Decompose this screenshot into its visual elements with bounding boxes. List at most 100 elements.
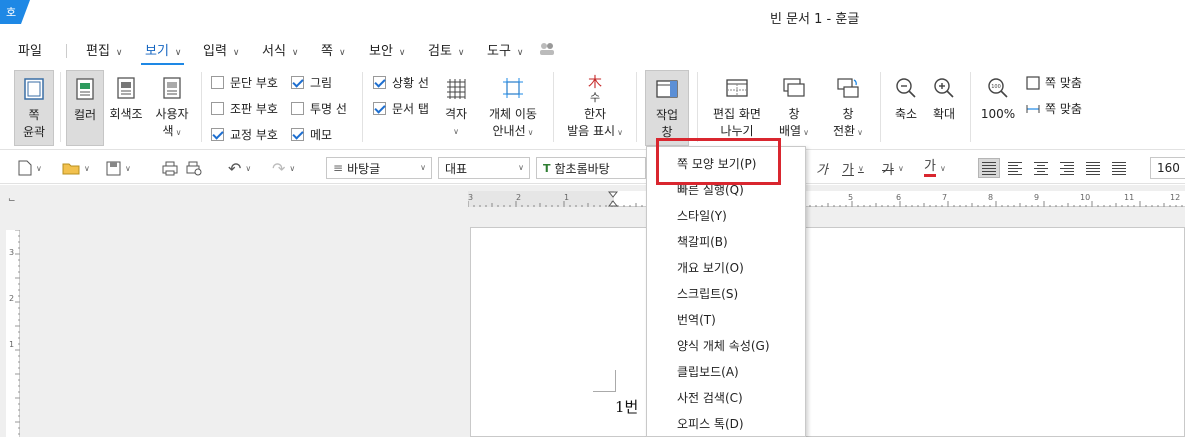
menu-item-outline-view[interactable]: 개요 보기(O) bbox=[677, 259, 744, 276]
task-window-button[interactable]: 작업 창 bbox=[645, 70, 689, 146]
new-document-button[interactable]: ∨ bbox=[18, 159, 42, 177]
undo-button[interactable]: ↶ ∨ bbox=[228, 159, 251, 178]
align-distribute-button[interactable] bbox=[1082, 158, 1104, 178]
hanja-pronunciation-button[interactable]: 木수 한자 발음 표시 ∨ bbox=[562, 70, 628, 146]
document-text[interactable]: 1번 bbox=[615, 396, 638, 417]
menu-item-style[interactable]: 스타일(Y) bbox=[677, 207, 727, 224]
menu-bar: 파일 편집 ∨ 보기 ∨ 입력 ∨ 서식 ∨ 쪽 ∨ 보안 ∨ 검토 ∨ 도구 ∨ bbox=[0, 36, 1185, 65]
grayscale-button[interactable]: 회색조 bbox=[108, 70, 144, 146]
grayscale-label: 회색조 bbox=[109, 107, 143, 121]
align-right-button[interactable] bbox=[1056, 158, 1078, 178]
menu-item-office-talk[interactable]: 오피스 톡(D) bbox=[677, 415, 744, 432]
menu-tab-tools[interactable]: 도구 ∨ bbox=[487, 40, 524, 59]
checkbox-box bbox=[291, 102, 304, 115]
indent-marker-icon[interactable] bbox=[608, 191, 618, 207]
checkbox-box bbox=[211, 76, 224, 89]
split-screen-label-1: 편집 화면 bbox=[713, 107, 761, 121]
fit-width-button[interactable]: 쪽 맞춤 bbox=[1026, 100, 1082, 117]
menu-item-clipboard[interactable]: 클립보드(A) bbox=[677, 363, 739, 380]
tab-stop-icon[interactable]: ⌙ bbox=[8, 195, 16, 205]
margin-corner-mark bbox=[615, 370, 616, 392]
ruler-number: 7 bbox=[942, 193, 948, 202]
menu-item-bookmark[interactable]: 책갈피(B) bbox=[677, 233, 728, 250]
redo-icon: ↷ bbox=[272, 158, 286, 178]
user-share-icon[interactable] bbox=[538, 41, 556, 55]
menu-item-form-object-properties[interactable]: 양식 개체 속성(G) bbox=[677, 337, 770, 354]
ruler-number: 1 bbox=[564, 193, 570, 202]
window-switch-label-1: 창 bbox=[842, 107, 854, 121]
zoom-out-button[interactable]: 축소 bbox=[888, 70, 924, 146]
hanja-icon: 木수 bbox=[588, 75, 602, 104]
chevron-down-icon: ∨ bbox=[857, 163, 864, 173]
ribbon-divider bbox=[970, 72, 971, 142]
checkbox-picture[interactable]: 그림 bbox=[291, 74, 332, 91]
font-select[interactable]: T 함초롬바탕 bbox=[536, 157, 646, 179]
checkbox-status-line[interactable]: 상황 선 bbox=[373, 74, 429, 91]
style-select[interactable]: ≡ 바탕글 ∨ bbox=[326, 157, 432, 179]
checkbox-proofreading-mark[interactable]: 교정 부호 bbox=[211, 126, 278, 143]
menu-tab-format[interactable]: 서식 ∨ bbox=[262, 40, 299, 59]
window-arrange-button[interactable]: 창 배열 ∨ bbox=[774, 70, 814, 146]
custom-color-button[interactable]: 사용자 색 ∨ bbox=[150, 70, 194, 146]
chevron-down-icon: ∨ bbox=[518, 163, 524, 172]
app-logo[interactable]: 호 bbox=[0, 0, 30, 24]
checkbox-memo[interactable]: 메모 bbox=[291, 126, 332, 143]
align-center-button[interactable] bbox=[1030, 158, 1052, 178]
italic-button[interactable]: 가 bbox=[816, 159, 828, 178]
checkbox-control-mark[interactable]: 조판 부호 bbox=[211, 100, 278, 117]
color-button[interactable]: 컬러 bbox=[66, 70, 104, 146]
zoom-out-icon bbox=[896, 78, 916, 98]
checkbox-paragraph-mark[interactable]: 문단 부호 bbox=[211, 74, 278, 91]
checkbox-box bbox=[211, 128, 224, 141]
open-document-button[interactable]: ∨ bbox=[62, 159, 90, 177]
object-move-label-2: 안내선 ∨ bbox=[492, 124, 534, 138]
print-button[interactable] bbox=[162, 159, 178, 177]
line-spacing-input[interactable]: 160 bbox=[1150, 157, 1185, 179]
checkbox-document-tab[interactable]: 문서 탭 bbox=[373, 100, 429, 117]
menu-item-dictionary-search[interactable]: 사전 검색(C) bbox=[677, 389, 743, 406]
save-button[interactable]: ∨ bbox=[106, 159, 131, 177]
chevron-down-icon: ∨ bbox=[125, 163, 131, 173]
checkbox-box bbox=[373, 76, 386, 89]
zoom-in-icon bbox=[934, 78, 954, 98]
font-color-button[interactable]: 가 ∨ bbox=[924, 159, 946, 177]
window-switch-button[interactable]: 창 전환 ∨ bbox=[828, 70, 868, 146]
zoom-100-button[interactable]: 100 100% bbox=[978, 70, 1018, 146]
checkbox-transparent-line[interactable]: 투명 선 bbox=[291, 100, 347, 117]
menu-item-translate[interactable]: 번역(T) bbox=[677, 311, 716, 328]
align-divide-button[interactable] bbox=[1108, 158, 1130, 178]
menu-tab-security[interactable]: 보안 ∨ bbox=[369, 40, 406, 59]
menu-tab-insert[interactable]: 입력 ∨ bbox=[203, 40, 240, 59]
fit-page-button[interactable]: 쪽 맞춤 bbox=[1026, 74, 1082, 91]
strikethrough-button[interactable]: 가 ∨ bbox=[882, 159, 904, 178]
split-screen-button[interactable]: 편집 화면 나누기 bbox=[704, 70, 770, 146]
horizontal-ruler[interactable]: 3 2 1 1 2 3 4 5 6 7 8 9 10 11 12 bbox=[468, 191, 1185, 207]
underline-button[interactable]: 가 ∨ bbox=[842, 159, 864, 178]
align-left-button[interactable] bbox=[1004, 158, 1026, 178]
menu-file[interactable]: 파일 bbox=[18, 40, 42, 59]
menu-tab-edit[interactable]: 편집 ∨ bbox=[86, 40, 123, 59]
language-select[interactable]: 대표 ∨ bbox=[438, 157, 530, 179]
align-justify-button[interactable] bbox=[978, 158, 1000, 178]
menu-tab-review[interactable]: 검토 ∨ bbox=[428, 40, 465, 59]
menu-tab-page[interactable]: 쪽 ∨ bbox=[321, 40, 346, 59]
title-bar: 호 빈 문서 1 - 훈글 bbox=[0, 0, 1185, 34]
page-outline-button[interactable]: 쪽 윤곽 bbox=[14, 70, 54, 146]
formatting-toolbar: ∨ ∨ ∨ ↶ ∨ ↷ ∨ ≡ 바탕글 ∨ 대표 ∨ T 함초롬바탕 가 가 ∨ 가 ∨… bbox=[0, 152, 1185, 184]
grid-button[interactable]: 격자 ∨ bbox=[440, 70, 472, 146]
vertical-ruler[interactable]: 3 2 1 bbox=[6, 230, 20, 437]
menu-item-script[interactable]: 스크립트(S) bbox=[677, 285, 738, 302]
object-move-guide-button[interactable]: 개체 이동 안내선 ∨ bbox=[480, 70, 546, 146]
redo-button[interactable]: ↷ ∨ bbox=[272, 158, 295, 178]
ruler-number: 10 bbox=[1080, 193, 1091, 202]
folder-icon bbox=[62, 163, 80, 175]
zoom-in-button[interactable]: 확대 bbox=[926, 70, 962, 146]
print-preview-button[interactable] bbox=[186, 159, 202, 177]
zoom-in-label: 확대 bbox=[932, 107, 956, 121]
page-outline-label-2: 윤곽 bbox=[22, 125, 46, 139]
menu-tab-view[interactable]: 보기 ∨ bbox=[141, 40, 184, 65]
truetype-font-icon: T bbox=[543, 161, 551, 175]
window-title: 빈 문서 1 - 훈글 bbox=[770, 12, 860, 27]
document-page[interactable]: 1번 bbox=[470, 227, 1185, 437]
chevron-down-icon: ∨ bbox=[939, 163, 946, 173]
